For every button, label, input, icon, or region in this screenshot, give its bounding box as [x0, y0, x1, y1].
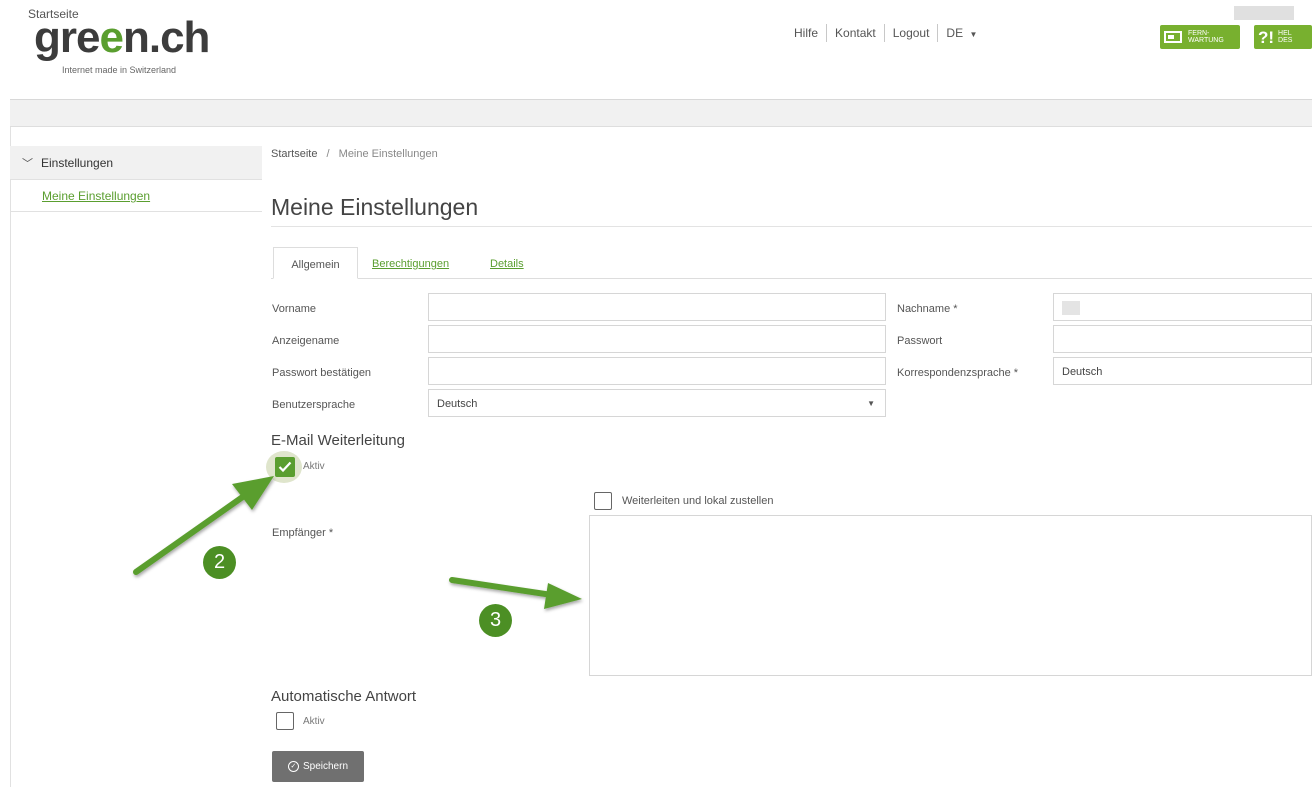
step-marker-2: 2	[203, 546, 236, 579]
arrow-2-head	[232, 476, 274, 510]
arrow-3-shaft	[449, 577, 555, 598]
arrow-3-head	[544, 583, 582, 609]
annotation-arrows	[133, 476, 582, 609]
step-marker-3: 3	[479, 604, 512, 637]
